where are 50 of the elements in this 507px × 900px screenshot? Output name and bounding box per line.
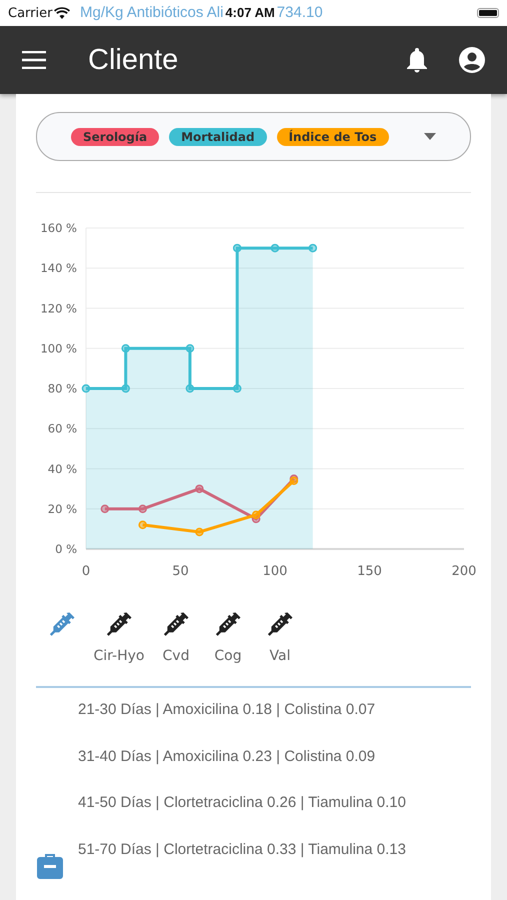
x-tick-label: 0 [82,564,90,579]
y-tick-label: 160 % [40,221,77,235]
overlay-text: Mg/Kg Antibióticos Ali [80,4,224,21]
wifi-icon [54,7,70,19]
data-point [186,384,194,393]
dose-row-text: 31-40 Días | Amoxicilina 0.23 | Colistina 0.09 [78,746,376,767]
treatment-label: Cog [214,648,242,664]
x-tick-label: 200 [452,564,476,579]
dose-row-text: 21-30 Días | Amoxicilina 0.18 | Colistina 0.07 [78,700,376,720]
account-icon[interactable] [459,47,485,73]
y-tick-label: 80 % [48,382,77,396]
y-tick-label: 40 % [48,462,77,476]
data-point [121,384,130,393]
data-point [290,476,298,486]
filter-chip[interactable]: Índice de Tos [276,128,389,146]
carrier-label: Carrier [8,6,52,20]
data-point [308,244,318,252]
y-tick-label: 0 % [55,542,77,556]
x-tick-label: 100 [262,564,288,579]
data-point [121,344,130,353]
y-tick-label: 140 % [40,261,77,276]
data-point [186,344,194,353]
data-point [270,244,280,252]
data-point [82,384,90,393]
battery-icon [477,8,499,18]
clock-time: 4:07 AM [223,5,277,20]
y-tick-label: 20 % [48,502,77,516]
filter-field[interactable]: Serología Mortalidad Índice de Tos [36,112,471,161]
data-point [252,510,260,520]
dropdown-caret-icon[interactable] [424,133,436,140]
dose-row-text: 41-50 Días | Clortetraciclina 0.26 | Tiamulina 0.10 [78,793,407,814]
data-point [195,528,204,536]
y-tick-label: 60 % [48,422,77,436]
data-point [232,384,242,393]
treatment-label: Cir-Hyo [94,648,144,664]
bell-icon[interactable] [405,47,429,73]
treatment-label: Cvd [162,648,190,664]
treatment-label: Val [270,648,290,664]
page-title: Cliente [88,44,180,76]
x-tick-label: 50 [172,564,189,579]
dose-row-text: 51-70 Días | Clortetraciclina 0.33 | Tiamulina 0.13 [78,840,407,860]
y-tick-label: 100 % [40,341,77,356]
data-point [138,520,147,530]
overlay-text: 734.10 [276,4,323,21]
x-tick-label: 150 [357,564,382,579]
data-point [232,244,242,252]
menu-icon[interactable] [22,51,46,69]
filter-chip[interactable]: Mortalidad [169,128,267,146]
y-tick-label: 120 % [40,301,77,316]
filter-chip[interactable]: Serología [71,128,160,146]
